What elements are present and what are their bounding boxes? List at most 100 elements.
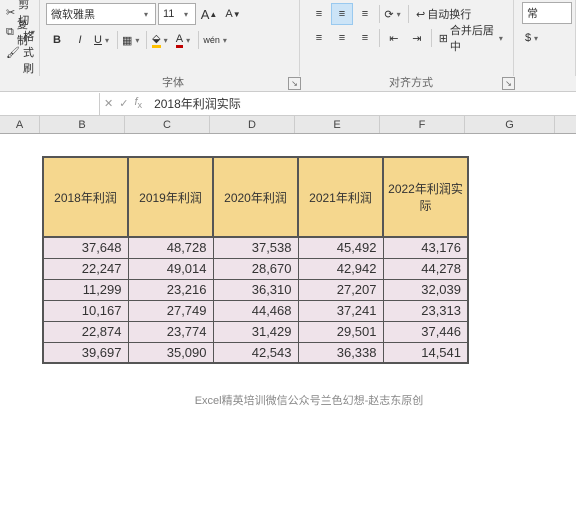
table-row: 22,24749,01428,67042,94244,278 (43, 258, 468, 279)
number-group: 常 $▾ (518, 0, 576, 76)
orientation-button[interactable]: ⟳▾ (383, 3, 405, 25)
table-cell[interactable]: 29,501 (298, 321, 383, 342)
table-cell[interactable]: 37,241 (298, 300, 383, 321)
italic-button[interactable]: I (69, 29, 91, 51)
table-cell[interactable]: 23,774 (128, 321, 213, 342)
table-cell[interactable]: 37,538 (213, 237, 298, 258)
font-color-button[interactable]: A▾ (173, 29, 195, 51)
table-cell[interactable]: 44,468 (213, 300, 298, 321)
merge-icon: ⊞ (439, 32, 448, 45)
align-top-button[interactable]: ≡ (308, 3, 330, 25)
table-cell[interactable]: 11,299 (43, 279, 128, 300)
table-cell[interactable]: 44,278 (383, 258, 468, 279)
table-cell[interactable]: 36,338 (298, 342, 383, 363)
phonetic-button[interactable]: wén▾ (202, 29, 231, 51)
table-cell[interactable]: 42,543 (213, 342, 298, 363)
fill-color-button[interactable]: ⬙▾ (150, 29, 172, 51)
alignment-group: ≡ ≡ ≡ ⟳▾ ↩自动换行 ≡ ≡ ≡ ⇤ ⇥ ⊞合并后居中▾ (304, 0, 514, 76)
table-header[interactable]: 2019年利润 (128, 157, 213, 237)
table-cell[interactable]: 48,728 (128, 237, 213, 258)
table-cell[interactable]: 45,492 (298, 237, 383, 258)
merge-center-button[interactable]: ⊞合并后居中▾ (435, 27, 509, 49)
align-dialog-launcher[interactable]: ↘ (502, 77, 515, 90)
accept-formula-button[interactable]: ✓ (119, 97, 128, 110)
border-icon: ▦ (122, 34, 132, 47)
fmt-label: 格式刷 (23, 28, 34, 76)
col-header-C[interactable]: C (125, 116, 210, 133)
column-headers: ABCDEFG (0, 116, 576, 134)
table-cell[interactable]: 23,216 (128, 279, 213, 300)
ribbon: ✂剪切 ⧉复制▾ 🖌格式刷 微软雅黑▾ 11▾ A▲ A▼ B I U▾ ▦▾ … (0, 0, 576, 92)
col-header-B[interactable]: B (40, 116, 125, 133)
table-cell[interactable]: 22,247 (43, 258, 128, 279)
increase-indent-button[interactable]: ⇥ (406, 27, 428, 49)
table-header[interactable]: 2021年利润 (298, 157, 383, 237)
number-format-select[interactable]: 常 (522, 2, 572, 24)
table-cell[interactable]: 43,176 (383, 237, 468, 258)
table-header[interactable]: 2022年利润实际 (383, 157, 468, 237)
font-group: 微软雅黑▾ 11▾ A▲ A▼ B I U▾ ▦▾ ⬙▾ A▾ wén▾ (42, 0, 300, 76)
col-header-D[interactable]: D (210, 116, 295, 133)
table-cell[interactable]: 27,207 (298, 279, 383, 300)
align-center-button[interactable]: ≡ (331, 27, 353, 49)
bold-button[interactable]: B (46, 29, 68, 51)
table-row: 22,87423,77431,42929,50137,446 (43, 321, 468, 342)
currency-button[interactable]: $▾ (522, 27, 544, 49)
table-row: 11,29923,21636,31027,20732,039 (43, 279, 468, 300)
data-table: 2018年利润2019年利润2020年利润2021年利润2022年利润实际 37… (42, 156, 469, 364)
border-button[interactable]: ▦▾ (121, 29, 143, 51)
spreadsheet-grid[interactable]: ABCDEFG 2018年利润2019年利润2020年利润2021年利润2022… (0, 116, 576, 506)
table-cell[interactable]: 37,648 (43, 237, 128, 258)
table-cell[interactable]: 27,749 (128, 300, 213, 321)
table-cell[interactable]: 42,942 (298, 258, 383, 279)
table-cell[interactable]: 32,039 (383, 279, 468, 300)
table-row: 10,16727,74944,46837,24123,313 (43, 300, 468, 321)
font-size-select[interactable]: 11▾ (158, 3, 196, 25)
font-dialog-launcher[interactable]: ↘ (288, 77, 301, 90)
decrease-indent-button[interactable]: ⇤ (383, 27, 405, 49)
align-bottom-button[interactable]: ≡ (354, 3, 376, 25)
table-header[interactable]: 2020年利润 (213, 157, 298, 237)
table-cell[interactable]: 23,313 (383, 300, 468, 321)
table-cell[interactable]: 10,167 (43, 300, 128, 321)
fx-button[interactable]: fx (134, 96, 142, 110)
align-right-button[interactable]: ≡ (354, 27, 376, 49)
table-cell[interactable]: 37,446 (383, 321, 468, 342)
formula-bar: ✕ ✓ fx 2018年利润实际 (0, 92, 576, 116)
brush-icon: 🖌 (6, 46, 20, 59)
table-cell[interactable]: 28,670 (213, 258, 298, 279)
font-group-label: 字体 (42, 74, 304, 90)
align-middle-button[interactable]: ≡ (331, 3, 353, 25)
table-cell[interactable]: 31,429 (213, 321, 298, 342)
table-cell[interactable]: 49,014 (128, 258, 213, 279)
underline-button[interactable]: U▾ (92, 29, 114, 51)
scissors-icon: ✂ (6, 6, 15, 19)
table-row: 37,64848,72837,53845,49243,176 (43, 237, 468, 258)
table-row: 39,69735,09042,54336,33814,541 (43, 342, 468, 363)
col-header-E[interactable]: E (295, 116, 380, 133)
format-painter-button[interactable]: 🖌格式刷 (4, 42, 35, 62)
align-group-label: 对齐方式 (304, 74, 518, 90)
table-cell[interactable]: 36,310 (213, 279, 298, 300)
col-header-F[interactable]: F (380, 116, 465, 133)
decrease-font-button[interactable]: A▼ (222, 3, 244, 25)
cancel-formula-button[interactable]: ✕ (104, 97, 113, 110)
copy-icon: ⧉ (6, 26, 14, 39)
table-cell[interactable]: 39,697 (43, 342, 128, 363)
formula-input[interactable]: 2018年利润实际 (146, 95, 576, 112)
caption-text: Excel精英培训微信公众号兰色幻想-赵志东原创 (42, 392, 576, 408)
table-header[interactable]: 2018年利润 (43, 157, 128, 237)
font-color-icon: A (176, 33, 183, 48)
name-box[interactable] (0, 93, 100, 115)
col-header-G[interactable]: G (465, 116, 555, 133)
col-header-A[interactable]: A (0, 116, 40, 133)
font-name-select[interactable]: 微软雅黑▾ (46, 3, 156, 25)
table-cell[interactable]: 35,090 (128, 342, 213, 363)
bucket-icon: ⬙ (152, 32, 160, 48)
wrap-icon: ↩ (416, 8, 425, 21)
increase-font-button[interactable]: A▲ (198, 3, 220, 25)
table-cell[interactable]: 14,541 (383, 342, 468, 363)
clipboard-group: ✂剪切 ⧉复制▾ 🖌格式刷 (0, 0, 40, 76)
table-cell[interactable]: 22,874 (43, 321, 128, 342)
align-left-button[interactable]: ≡ (308, 27, 330, 49)
